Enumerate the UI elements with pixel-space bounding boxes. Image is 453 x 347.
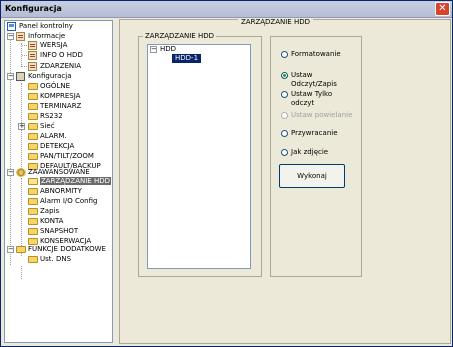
tree-item-pan-tilt-zoom[interactable]: PAN/TILT/ZOOM: [28, 152, 94, 161]
tree-node-konfiguracja[interactable]: Konfiguracja: [16, 72, 72, 81]
tree-item-ogolne[interactable]: OGÓLNE: [28, 82, 70, 91]
radio-circle[interactable]: [281, 149, 288, 156]
tree-root[interactable]: Panel kontrolny: [7, 22, 73, 31]
folder-icon: [28, 103, 38, 110]
radio-circle[interactable]: [281, 51, 288, 58]
gears-icon: [16, 168, 26, 177]
tree-node-informacje[interactable]: Informacje: [16, 32, 65, 41]
tools-icon: [16, 72, 25, 81]
folder-icon: [28, 188, 38, 195]
document-icon: [28, 41, 37, 50]
tree-item-detekcja[interactable]: DETEKCJA: [28, 142, 74, 151]
tree-item-siec[interactable]: Sieć: [28, 122, 55, 131]
execute-button[interactable]: Wykonaj: [279, 164, 345, 188]
folder-open-icon: [28, 178, 38, 185]
hdd-group-title: ZARZĄDZANIE HDD: [143, 32, 216, 40]
tree-item-snapshot[interactable]: SNAPSHOT: [28, 227, 78, 236]
tree-item-wersja[interactable]: WERSJA: [28, 41, 67, 50]
tree-item-zdarzenia[interactable]: ZDARZENIA: [28, 62, 81, 71]
document-icon: [28, 62, 37, 71]
folder-icon: [28, 93, 38, 100]
tree-item-ust-dns[interactable]: Ust. DNS: [28, 255, 71, 264]
radio-circle[interactable]: [281, 130, 288, 137]
folder-icon: [28, 83, 38, 90]
folder-icon: [28, 208, 38, 215]
folder-icon: [28, 153, 38, 160]
radio-circle[interactable]: [281, 72, 288, 79]
folder-icon: [28, 123, 38, 130]
tree-item-alarm[interactable]: ALARM.: [28, 132, 67, 141]
hdd-1-item[interactable]: HDD-1: [172, 54, 202, 63]
close-button[interactable]: ✕: [435, 2, 450, 16]
folder-icon: [16, 246, 26, 253]
navigation-tree[interactable]: Panel kontrolny − Informacje WERSJA INFO…: [4, 20, 113, 343]
folder-icon: [28, 218, 38, 225]
tree-item-alarm-io-config[interactable]: Alarm I/O Config: [28, 197, 97, 206]
tree-item-abnormity[interactable]: ABNORMITY: [28, 187, 82, 196]
folder-icon: [28, 133, 38, 140]
computer-icon: [7, 22, 16, 31]
document-icon: [28, 51, 37, 60]
tree-node-funkcje-dodatkowe[interactable]: FUNKCJE DODATKOWE: [16, 245, 106, 254]
close-icon: ✕: [438, 3, 447, 14]
radio-circle: [281, 112, 288, 119]
tree-item-konta[interactable]: KONTA: [28, 217, 63, 226]
hdd-root-label[interactable]: HDD: [160, 45, 176, 53]
expand-siec[interactable]: +: [18, 123, 25, 130]
config-window: Konfiguracja ✕ Panel kontrolny − Informa…: [0, 0, 453, 347]
folder-icon: [28, 256, 38, 263]
radio-circle[interactable]: [281, 91, 288, 98]
collapse-konfiguracja[interactable]: −: [7, 73, 14, 80]
tree-item-rs232[interactable]: RS232: [28, 112, 63, 121]
collapse-funkcje-dodatkowe[interactable]: −: [7, 246, 14, 253]
tree-item-info-hdd[interactable]: INFO O HDD: [28, 51, 83, 60]
folder-icon: [28, 143, 38, 150]
tree-item-zarzadzanie-hdd[interactable]: ZARZĄDZANIE HDD: [28, 177, 111, 186]
tree-item-terminarz[interactable]: TERMINARZ: [28, 102, 81, 111]
folder-icon: [28, 198, 38, 205]
main-panel-title: ZARZĄDZANIE HDD: [238, 18, 313, 26]
window-title: Konfiguracja: [5, 4, 62, 13]
hdd-tree[interactable]: [147, 44, 251, 269]
tree-item-kompresja[interactable]: KOMPRESJA: [28, 92, 80, 101]
title-bar: Konfiguracja ✕: [1, 1, 452, 18]
folder-icon: [28, 238, 38, 245]
collapse-informacje[interactable]: −: [7, 33, 14, 40]
folder-icon: [28, 228, 38, 235]
tree-item-zapis[interactable]: Zapis: [28, 207, 59, 216]
tree-node-zaawansowane[interactable]: ZAAWANSOWANE: [16, 168, 90, 177]
folder-icon: [28, 113, 38, 120]
collapse-zaawansowane[interactable]: −: [7, 169, 14, 176]
collapse-hdd-root[interactable]: −: [150, 46, 157, 53]
document-icon: [16, 32, 25, 41]
